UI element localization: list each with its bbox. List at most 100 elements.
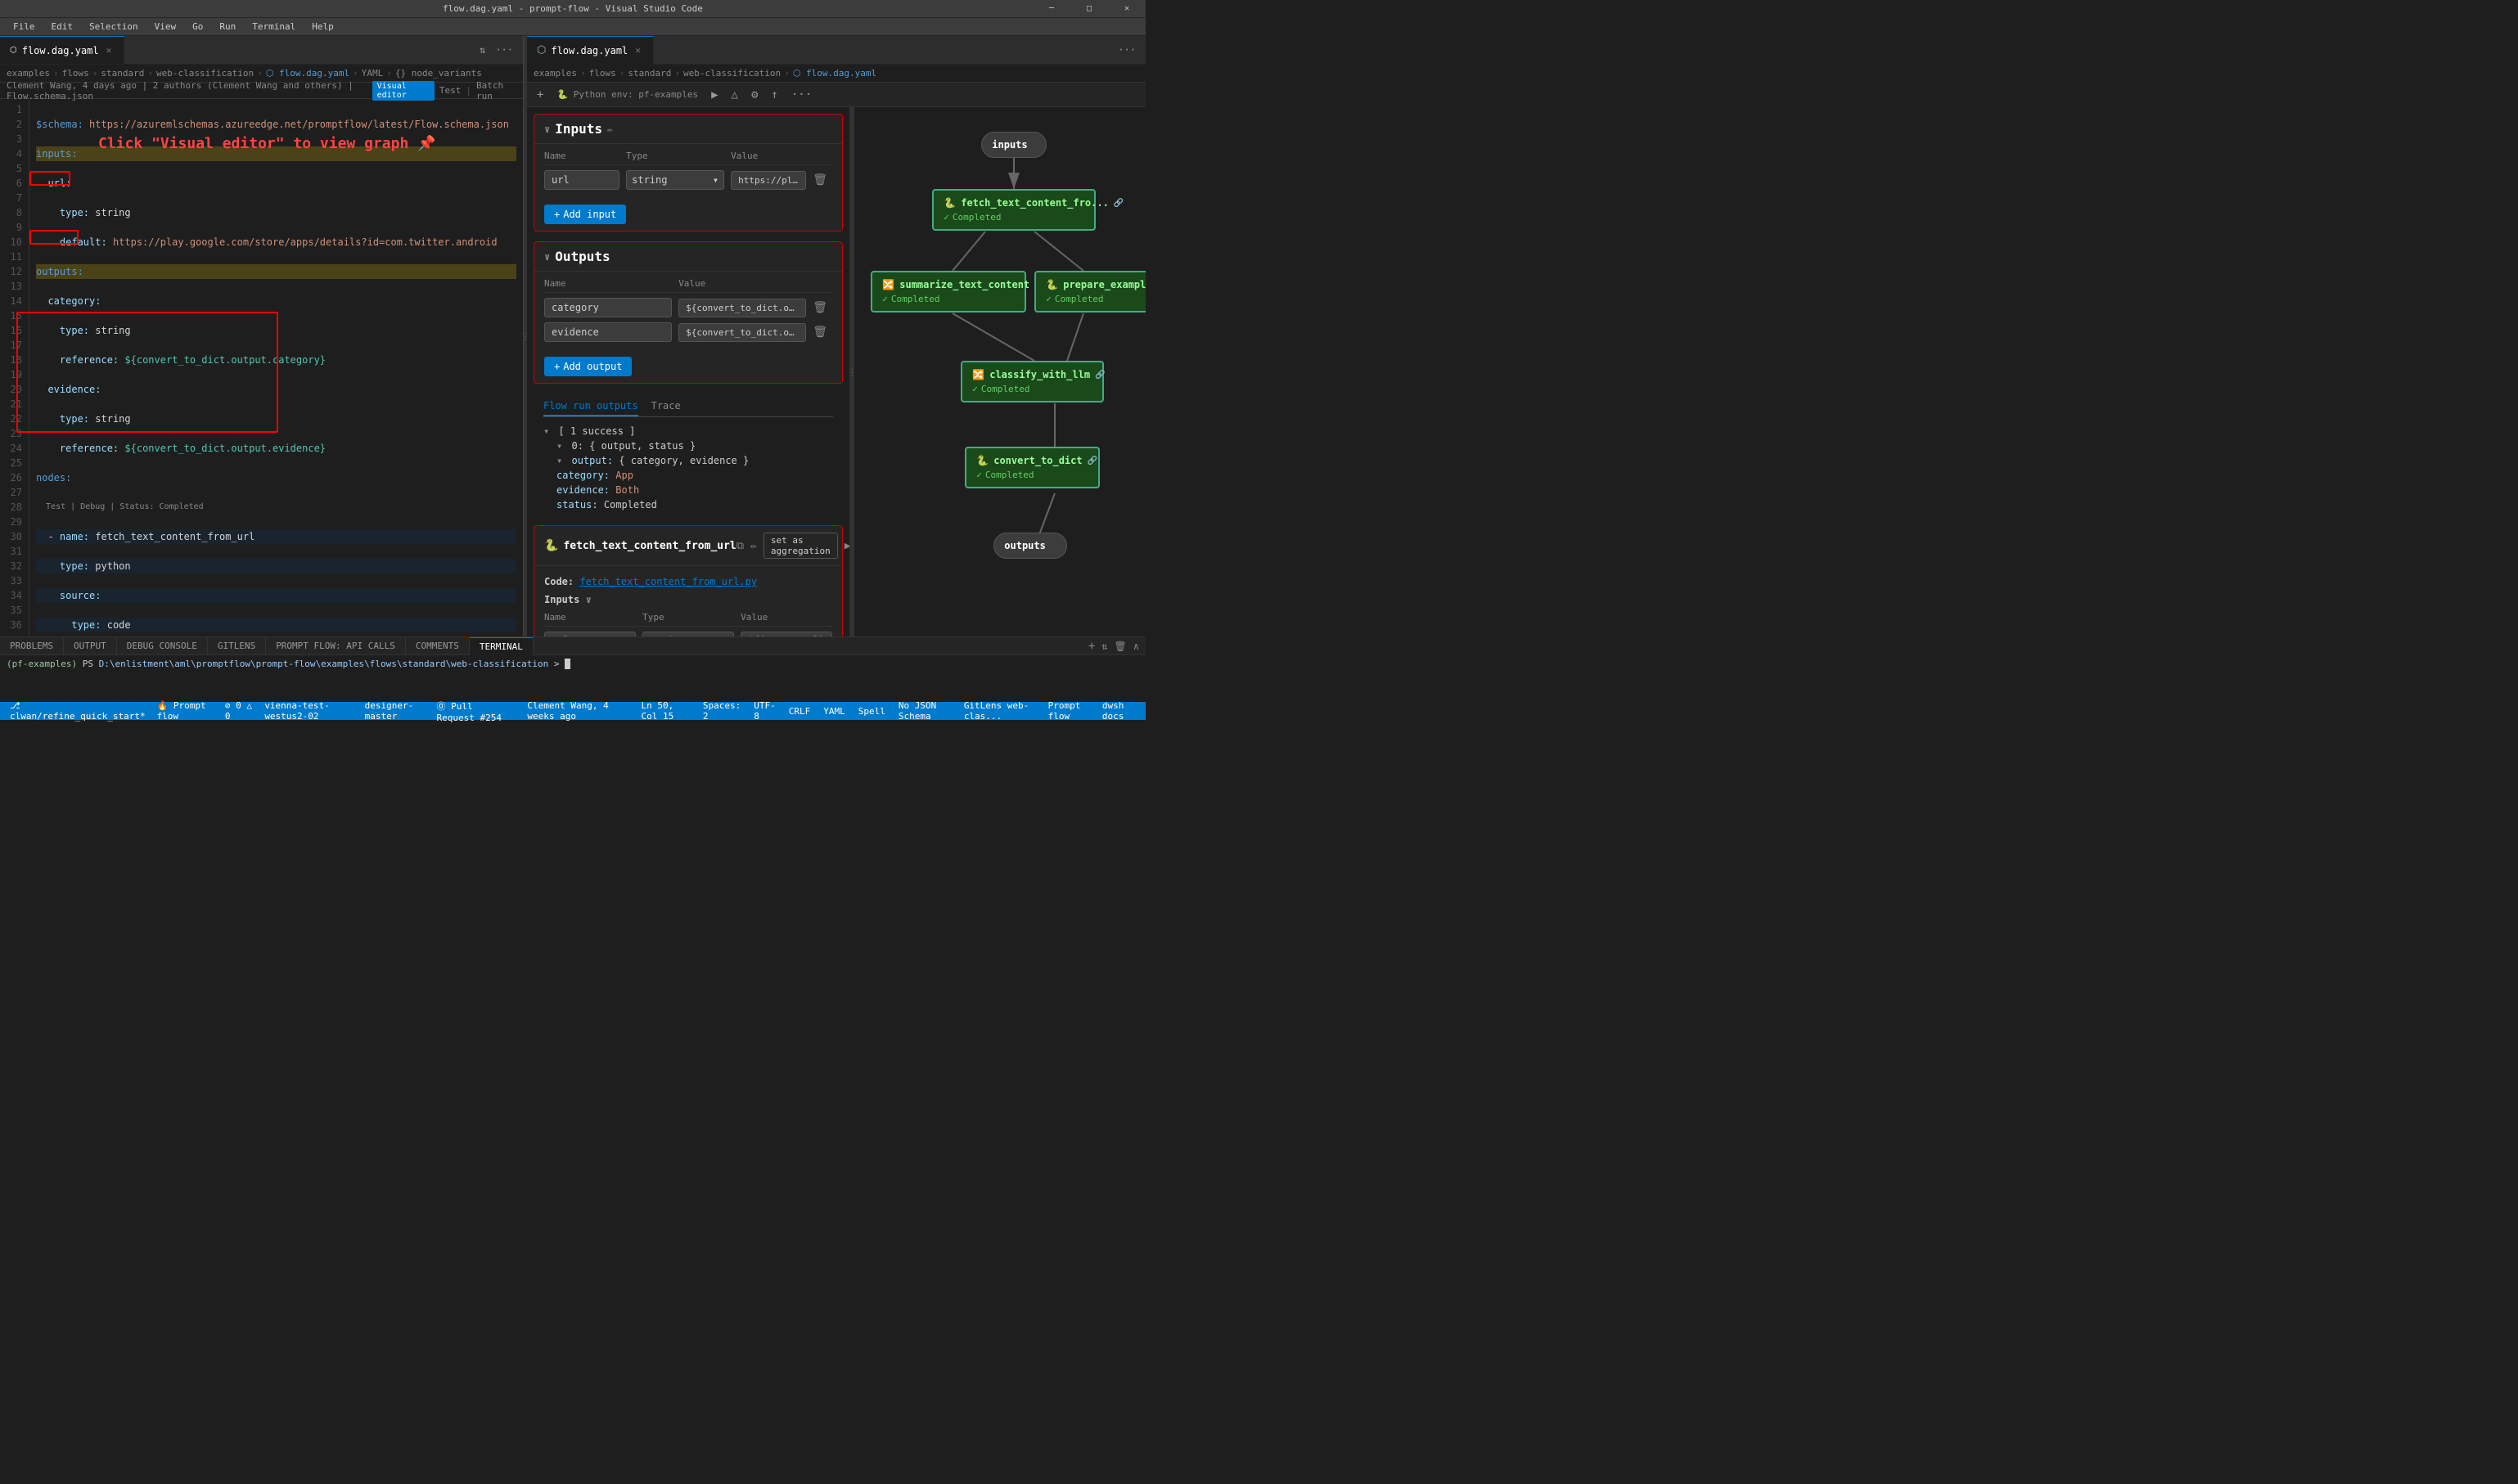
menu-go[interactable]: Go xyxy=(186,18,209,36)
menu-help[interactable]: Help xyxy=(305,18,340,36)
more-options-btn[interactable]: ··· xyxy=(788,87,815,103)
tab-comments[interactable]: COMMENTS xyxy=(406,637,470,655)
tab-prompt-flow-api[interactable]: PROMPT FLOW: API CALLS xyxy=(266,637,406,655)
output-value-category[interactable]: ${convert_to_dict.output.catego xyxy=(678,299,806,317)
code-content[interactable]: $schema: https://azuremlschemas.azureedg… xyxy=(29,99,523,636)
graph-node-summarize[interactable]: 🔀 summarize_text_content 🔗 ✓ Completed xyxy=(871,271,1026,313)
convert-link-icon[interactable]: 🔗 xyxy=(1088,456,1097,465)
split-terminal-btn[interactable]: ⇅ xyxy=(1101,641,1107,652)
output-delete-category[interactable]: 🗑 xyxy=(813,301,832,314)
tab-output[interactable]: OUTPUT xyxy=(64,637,117,655)
outputs-collapse[interactable]: ∨ xyxy=(544,251,550,263)
breadcrumb-yaml[interactable]: YAML xyxy=(362,68,384,79)
status-env[interactable]: designer-master xyxy=(362,700,429,722)
rb-web-class[interactable]: web-classification xyxy=(683,68,781,79)
status-line-ending[interactable]: CRLF xyxy=(786,706,814,717)
tab-close-right[interactable]: ✕ xyxy=(633,44,643,56)
rb-standard[interactable]: standard xyxy=(628,68,671,79)
export-btn[interactable]: ↑ xyxy=(768,87,781,103)
tab-problems[interactable]: PROBLEMS xyxy=(0,637,64,655)
code-file-link[interactable]: fetch_text_content_from_url.py xyxy=(579,576,757,587)
output-value-evidence[interactable]: ${convert_to_dict.output.eviden xyxy=(678,323,806,342)
breadcrumb-file[interactable]: ⬡ flow.dag.yaml xyxy=(266,68,349,79)
run-flow-btn[interactable]: ▶ xyxy=(708,87,721,103)
status-prompt-flow-right[interactable]: Prompt flow xyxy=(1045,700,1092,722)
tab-flow-run-outputs[interactable]: Flow run outputs xyxy=(543,400,638,416)
menu-view[interactable]: View xyxy=(148,18,183,36)
tree-output[interactable]: ▾ output: { category, evidence } xyxy=(556,453,833,468)
tab-flow-dag-left[interactable]: ⬡ flow.dag.yaml ✕ xyxy=(0,36,124,65)
set-aggregation-btn[interactable]: set as aggregation xyxy=(764,533,838,559)
batch-run-link[interactable]: Batch run xyxy=(476,80,516,101)
node-run-btn[interactable]: ▶ xyxy=(845,540,851,552)
node-edit-btn[interactable]: ✏ xyxy=(750,540,757,552)
validate-btn[interactable]: △ xyxy=(728,87,741,103)
add-node-btn[interactable]: + xyxy=(534,87,547,103)
minimize-btn[interactable]: ─ xyxy=(1033,0,1070,18)
more-actions-right[interactable]: ··· xyxy=(1115,43,1139,57)
status-prompt-flow[interactable]: 🔥 Prompt flow xyxy=(154,700,217,722)
add-output-button[interactable]: + Add output xyxy=(544,357,632,376)
graph-node-inputs[interactable]: inputs xyxy=(981,132,1047,158)
status-encoding[interactable]: UTF-8 xyxy=(750,700,779,722)
menu-file[interactable]: File xyxy=(7,18,42,36)
breadcrumb-examples[interactable]: examples xyxy=(7,68,50,79)
input-value-url[interactable]: https://play.g... xyxy=(731,171,806,190)
menu-edit[interactable]: Edit xyxy=(45,18,80,36)
status-errors[interactable]: ⊘ 0 △ 0 xyxy=(222,700,256,722)
tab-flow-dag-right[interactable]: ⬡ flow.dag.yaml ✕ xyxy=(527,36,654,65)
split-editor-btn[interactable]: ⇅ xyxy=(476,43,489,57)
tab-gitlens[interactable]: GITLENS xyxy=(208,637,266,655)
breadcrumb-web-class[interactable]: web-classification xyxy=(156,68,254,79)
add-input-button[interactable]: + Add input xyxy=(544,205,626,224)
visual-editor-button[interactable]: Visual editor xyxy=(372,81,435,101)
settings-btn[interactable]: ⚙ xyxy=(748,87,761,103)
menu-run[interactable]: Run xyxy=(213,18,242,36)
tab-trace[interactable]: Trace xyxy=(651,400,681,416)
output-name-category[interactable]: category xyxy=(544,298,672,317)
tab-debug-console[interactable]: DEBUG CONSOLE xyxy=(117,637,208,655)
input-delete-url[interactable]: 🗑 xyxy=(813,173,832,187)
new-terminal-btn[interactable]: + xyxy=(1088,640,1095,653)
kill-terminal-btn[interactable]: 🗑 xyxy=(1115,641,1127,652)
rb-examples[interactable]: examples xyxy=(534,68,577,79)
graph-node-outputs[interactable]: outputs xyxy=(993,533,1067,559)
breadcrumb-node-variants[interactable]: {} node_variants xyxy=(395,68,482,79)
inputs-toggle[interactable]: ∨ xyxy=(586,594,592,605)
breadcrumb-flows[interactable]: flows xyxy=(62,68,89,79)
rb-file[interactable]: ⬡ flow.dag.yaml xyxy=(793,68,876,79)
status-schema[interactable]: No JSON Schema xyxy=(895,700,954,722)
rb-flows[interactable]: flows xyxy=(589,68,616,79)
maximize-btn[interactable]: □ xyxy=(1070,0,1108,18)
graph-node-fetch[interactable]: 🐍 fetch_text_content_fro... 🔗 ✓ Complete… xyxy=(932,189,1096,231)
more-actions-btn[interactable]: ··· xyxy=(492,43,516,57)
status-pr[interactable]: ⓪ Pull Request #254 xyxy=(434,699,520,723)
tree-success[interactable]: ▾ [ 1 success ] xyxy=(543,424,833,438)
close-panel-btn[interactable]: ∧ xyxy=(1133,641,1139,652)
breadcrumb-standard[interactable]: standard xyxy=(101,68,144,79)
node-input-value[interactable]: ${inputs.url} xyxy=(741,632,832,636)
inputs-collapse[interactable]: ∨ xyxy=(544,124,550,135)
menu-terminal[interactable]: Terminal xyxy=(245,18,302,36)
output-name-evidence[interactable]: evidence xyxy=(544,322,672,342)
terminal-content[interactable]: (pf-examples) PS D:\enlistment\aml\promp… xyxy=(0,655,1146,702)
input-name-url[interactable]: url xyxy=(544,170,619,190)
graph-node-prepare[interactable]: 🐍 prepare_examples 🔗 ✓ Completed xyxy=(1034,271,1146,313)
status-spaces[interactable]: Spaces: 2 xyxy=(700,700,744,722)
status-line-col[interactable]: Ln 50, Col 15 xyxy=(637,700,692,722)
graph-node-classify[interactable]: 🔀 classify_with_llm 🔗 ✓ Completed xyxy=(961,361,1104,402)
inputs-edit-icon[interactable]: ✏ xyxy=(607,124,613,135)
tab-close-left[interactable]: ✕ xyxy=(104,44,115,56)
tab-terminal[interactable]: TERMINAL xyxy=(470,637,534,655)
tree-item-0[interactable]: ▾ 0: { output, status } xyxy=(556,438,833,453)
status-branch[interactable]: ⎇ clwan/refine_quick_start* xyxy=(7,700,149,722)
test-link[interactable]: Test xyxy=(439,85,462,96)
status-dwsh[interactable]: dwsh docs xyxy=(1099,700,1139,722)
status-server[interactable]: vienna-test-westus2-02 xyxy=(261,700,356,722)
node-copy-btn[interactable]: ⧉ xyxy=(736,540,744,552)
fetch-link-icon[interactable]: 🔗 xyxy=(1114,199,1124,208)
status-spell[interactable]: Spell xyxy=(855,706,889,717)
status-gitlens[interactable]: GitLens web-clas... xyxy=(961,700,1038,722)
output-delete-evidence[interactable]: 🗑 xyxy=(813,326,832,339)
input-type-url[interactable]: string ▾ xyxy=(626,170,724,190)
